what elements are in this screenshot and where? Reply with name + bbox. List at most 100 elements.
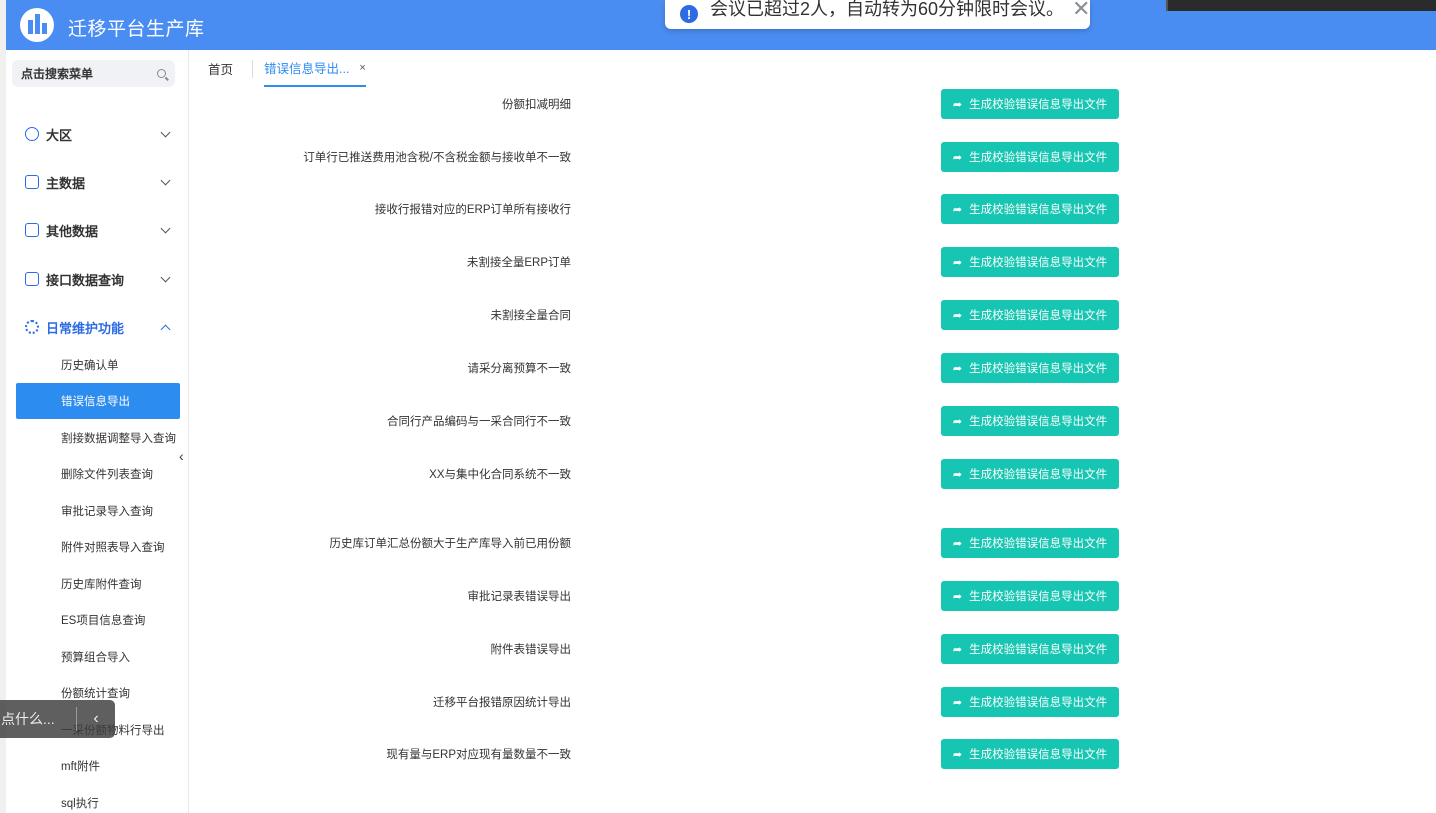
share-arrow-icon: ➦ bbox=[952, 415, 963, 428]
menu-group-master-data[interactable]: 主数据 bbox=[6, 164, 189, 200]
export-row-label: 份额扣减明细 bbox=[502, 99, 571, 111]
menu-search-placeholder: 点击搜索菜单 bbox=[21, 67, 94, 81]
generate-export-button[interactable]: ➦ 生成校验错误信息导出文件 bbox=[941, 247, 1119, 277]
generate-export-button[interactable]: ➦ 生成校验错误信息导出文件 bbox=[941, 459, 1119, 489]
info-icon: ! bbox=[680, 5, 698, 23]
generate-export-button[interactable]: ➦ 生成校验错误信息导出文件 bbox=[941, 89, 1119, 119]
sidebar-item-error-export[interactable]: 错误信息导出 bbox=[16, 383, 180, 419]
export-row: 历史库订单汇总份额大于生产库导入前已用份额 ➦ 生成校验错误信息导出文件 bbox=[199, 528, 1436, 558]
sidebar-item-sql-exec[interactable]: sql执行 bbox=[16, 785, 180, 813]
floating-assistant[interactable]: 点什么... ‹ bbox=[0, 700, 115, 738]
sidebar-item-cutover-adjust[interactable]: 割接数据调整导入查询 bbox=[16, 420, 180, 456]
share-arrow-icon: ➦ bbox=[952, 643, 963, 656]
share-arrow-icon: ➦ bbox=[952, 696, 963, 709]
button-label: 生成校验错误信息导出文件 bbox=[969, 749, 1108, 761]
share-arrow-icon: ➦ bbox=[952, 468, 963, 481]
export-row: 未割接全量ERP订单 ➦ 生成校验错误信息导出文件 bbox=[199, 247, 1436, 277]
sidebar-item-history-attachments[interactable]: 历史库附件查询 bbox=[16, 566, 180, 602]
master-data-icon bbox=[25, 175, 39, 189]
button-label: 生成校验错误信息导出文件 bbox=[969, 469, 1108, 481]
menu-group-label: 主数据 bbox=[46, 175, 86, 191]
menu-group-label: 其他数据 bbox=[46, 223, 99, 239]
divider bbox=[252, 60, 253, 78]
export-row: 请采分离预算不一致 ➦ 生成校验错误信息导出文件 bbox=[199, 353, 1436, 383]
share-arrow-icon: ➦ bbox=[952, 590, 963, 603]
interface-icon bbox=[25, 272, 39, 286]
tab-error-export[interactable]: 错误信息导出... × bbox=[264, 50, 366, 87]
button-label: 生成校验错误信息导出文件 bbox=[969, 99, 1108, 111]
export-row-label: 订单行已推送费用池含税/不含税金额与接收单不一致 bbox=[303, 152, 571, 164]
export-list: 份额扣减明细 ➦ 生成校验错误信息导出文件 订单行已推送费用池含税/不含税金额与接… bbox=[199, 88, 1436, 813]
export-row-label: 接收行报错对应的ERP订单所有接收行 bbox=[374, 204, 571, 216]
button-label: 生成校验错误信息导出文件 bbox=[969, 152, 1108, 164]
export-row-label: 附件表错误导出 bbox=[490, 644, 572, 656]
sidebar-item-deleted-files[interactable]: 删除文件列表查询 bbox=[16, 456, 180, 492]
share-arrow-icon: ➦ bbox=[952, 98, 963, 111]
generate-export-button[interactable]: ➦ 生成校验错误信息导出文件 bbox=[941, 687, 1119, 717]
toast-close-icon[interactable]: ✕ bbox=[1072, 0, 1090, 20]
generate-export-button[interactable]: ➦ 生成校验错误信息导出文件 bbox=[941, 634, 1119, 664]
share-arrow-icon: ➦ bbox=[952, 748, 963, 761]
sidebar-item-attachment-map[interactable]: 附件对照表导入查询 bbox=[16, 529, 180, 565]
gear-icon bbox=[25, 320, 39, 334]
share-arrow-icon: ➦ bbox=[952, 203, 963, 216]
sidebar-item-mft-attachment[interactable]: mft附件 bbox=[16, 748, 180, 784]
share-arrow-icon: ➦ bbox=[952, 362, 963, 375]
tab-bar: 首页 错误信息导出... × bbox=[190, 50, 1436, 88]
export-row-label: 审批记录表错误导出 bbox=[467, 591, 572, 603]
export-row-label: 历史库订单汇总份额大于生产库导入前已用份额 bbox=[329, 538, 572, 550]
overlay-window-edge bbox=[1166, 0, 1436, 11]
share-arrow-icon: ➦ bbox=[952, 309, 963, 322]
generate-export-button[interactable]: ➦ 生成校验错误信息导出文件 bbox=[941, 406, 1119, 436]
menu-group-interface-query[interactable]: 接口数据查询 bbox=[6, 261, 189, 297]
chevron-down-icon bbox=[160, 223, 171, 233]
generate-export-button[interactable]: ➦ 生成校验错误信息导出文件 bbox=[941, 194, 1119, 224]
chevron-up-icon bbox=[160, 324, 171, 334]
toast-message: 会议已超过2人，自动转为60分钟限时会议。 bbox=[710, 0, 1065, 19]
app-title: 迁移平台生产库 bbox=[68, 19, 205, 40]
export-row: 份额扣减明细 ➦ 生成校验错误信息导出文件 bbox=[199, 89, 1436, 119]
generate-export-button[interactable]: ➦ 生成校验错误信息导出文件 bbox=[941, 528, 1119, 558]
button-label: 生成校验错误信息导出文件 bbox=[969, 591, 1108, 603]
tab-home[interactable]: 首页 bbox=[208, 50, 233, 87]
export-row-label: 现有量与ERP对应现有量数量不一致 bbox=[386, 749, 571, 761]
generate-export-button[interactable]: ➦ 生成校验错误信息导出文件 bbox=[941, 739, 1119, 769]
export-row: XX与集中化合同系统不一致 ➦ 生成校验错误信息导出文件 bbox=[199, 459, 1436, 489]
generate-export-button[interactable]: ➦ 生成校验错误信息导出文件 bbox=[941, 581, 1119, 611]
sidebar-collapse-icon[interactable]: ‹ bbox=[179, 448, 184, 464]
chevron-left-icon[interactable]: ‹ bbox=[77, 710, 115, 728]
tab-label: 错误信息导出... bbox=[264, 62, 350, 76]
button-label: 生成校验错误信息导出文件 bbox=[969, 697, 1108, 709]
sidebar-item-budget-import[interactable]: 预算组合导入 bbox=[16, 639, 180, 675]
generate-export-button[interactable]: ➦ 生成校验错误信息导出文件 bbox=[941, 142, 1119, 172]
export-row-label: 未割接全量ERP订单 bbox=[466, 257, 571, 269]
chevron-down-icon bbox=[160, 272, 171, 282]
menu-group-label: 日常维护功能 bbox=[46, 320, 125, 336]
sidebar-item-es-project[interactable]: ES项目信息查询 bbox=[16, 602, 180, 638]
menu-group-daily-maintenance[interactable]: 日常维护功能 bbox=[6, 309, 189, 345]
export-row: 订单行已推送费用池含税/不含税金额与接收单不一致 ➦ 生成校验错误信息导出文件 bbox=[199, 142, 1436, 172]
menu-group-region[interactable]: 大区 bbox=[6, 116, 189, 152]
menu-group-other-data[interactable]: 其他数据 bbox=[6, 212, 189, 248]
export-row: 附件表错误导出 ➦ 生成校验错误信息导出文件 bbox=[199, 634, 1436, 664]
sidebar-item-approval-import[interactable]: 审批记录导入查询 bbox=[16, 493, 180, 529]
chevron-down-icon bbox=[160, 175, 171, 185]
generate-export-button[interactable]: ➦ 生成校验错误信息导出文件 bbox=[941, 300, 1119, 330]
sidebar-item-history-confirm[interactable]: 历史确认单 bbox=[16, 347, 180, 383]
button-label: 生成校验错误信息导出文件 bbox=[969, 644, 1108, 656]
export-row-label: 合同行产品编码与一采合同行不一致 bbox=[387, 416, 571, 428]
export-row: 现有量与ERP对应现有量数量不一致 ➦ 生成校验错误信息导出文件 bbox=[199, 739, 1436, 769]
share-arrow-icon: ➦ bbox=[952, 256, 963, 269]
share-arrow-icon: ➦ bbox=[952, 151, 963, 164]
menu-group-label: 大区 bbox=[46, 127, 73, 143]
generate-export-button[interactable]: ➦ 生成校验错误信息导出文件 bbox=[941, 353, 1119, 383]
region-icon bbox=[25, 127, 39, 141]
export-row: 审批记录表错误导出 ➦ 生成校验错误信息导出文件 bbox=[199, 581, 1436, 611]
share-arrow-icon: ➦ bbox=[952, 537, 963, 550]
button-label: 生成校验错误信息导出文件 bbox=[969, 310, 1108, 322]
button-label: 生成校验错误信息导出文件 bbox=[969, 416, 1108, 428]
close-icon[interactable]: × bbox=[359, 62, 365, 74]
export-row-label: 未割接全量合同 bbox=[490, 310, 572, 322]
menu-search-input[interactable]: 点击搜索菜单 bbox=[12, 60, 175, 87]
app-logo-icon bbox=[20, 8, 54, 42]
